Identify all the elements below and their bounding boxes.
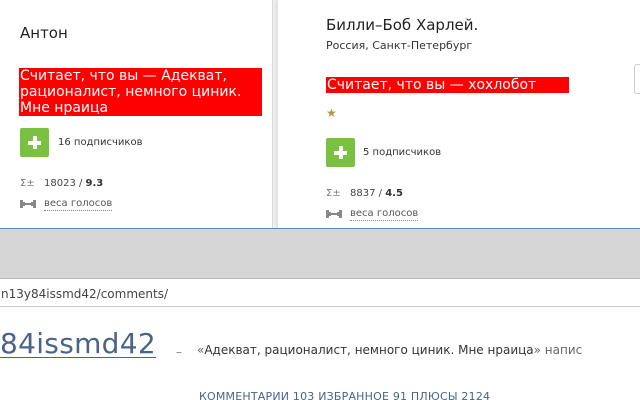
subscribers-count: 16 подписчиков bbox=[58, 137, 143, 148]
karma-value: 8837 bbox=[350, 188, 376, 199]
page-username-link[interactable]: 84issmd42 bbox=[0, 327, 156, 360]
address-bar[interactable]: n13y84issmd42/comments/ bbox=[0, 279, 640, 307]
user-location: Россия, Санкт-Петербург bbox=[326, 39, 473, 52]
user-page: 84issmd42 – «Адекват, рационалист, немно… bbox=[0, 308, 640, 400]
quote-text: Адекват, рационалист, немного циник. Мне… bbox=[204, 343, 534, 357]
title-dash: – bbox=[176, 345, 182, 359]
browser-toolbar bbox=[0, 228, 640, 278]
sigma-plusminus-icon: Σ± bbox=[20, 178, 35, 189]
address-url[interactable]: n13y84issmd42/comments/ bbox=[1, 287, 168, 301]
karma-stats: 8837 / 4.5 bbox=[350, 188, 403, 199]
dumbbell-icon bbox=[20, 200, 36, 208]
side-panel-edge bbox=[634, 64, 640, 94]
vote-weights-link[interactable]: веса голосов bbox=[44, 198, 113, 211]
user-name[interactable]: Билли–Боб Харлей. bbox=[326, 16, 478, 34]
dumbbell-icon bbox=[326, 210, 342, 218]
karma-rating: 9.3 bbox=[85, 178, 104, 189]
subscribers-count: 5 подписчиков bbox=[363, 147, 442, 158]
sigma-plusminus-icon: Σ± bbox=[326, 188, 341, 199]
verdict-line: Считает, что вы — Адекват, bbox=[19, 68, 262, 84]
verdict-line: Считает, что вы — хохлобот bbox=[326, 77, 569, 93]
quote-close: » bbox=[533, 343, 541, 357]
vote-weights-link[interactable]: веса голосов bbox=[350, 208, 419, 221]
karma-value: 18023 bbox=[44, 178, 76, 189]
karma-stats: 18023 / 9.3 bbox=[44, 178, 103, 189]
subscribe-plus-button[interactable] bbox=[326, 138, 355, 167]
profile-cards-area: Антон Считает, что вы — Адекват, рациона… bbox=[0, 0, 640, 228]
profile-card-billy-bob: Билли–Боб Харлей. Россия, Санкт-Петербур… bbox=[277, 0, 640, 228]
verdict-line: Мне нраица bbox=[19, 100, 262, 116]
karma-sep: / bbox=[375, 188, 386, 199]
karma-rating: 4.5 bbox=[385, 188, 403, 199]
verdict-line: рационалист, немного циник. bbox=[19, 84, 262, 100]
subscribe-plus-button[interactable] bbox=[20, 128, 49, 157]
star-icon: ★ bbox=[326, 106, 337, 120]
karma-sep: / bbox=[75, 178, 86, 189]
user-verdict-quote: «Адекват, рационалист, немного циник. Мн… bbox=[197, 343, 582, 357]
user-name[interactable]: Антон bbox=[20, 24, 68, 42]
user-counts-nav[interactable]: КОММЕНТАРИИ 103 ИЗБРАННОЕ 91 ПЛЮСЫ 2124 bbox=[199, 390, 490, 400]
profile-card-anton: Антон Считает, что вы — Адекват, рациона… bbox=[0, 0, 273, 228]
quote-tail: напис bbox=[540, 343, 583, 357]
